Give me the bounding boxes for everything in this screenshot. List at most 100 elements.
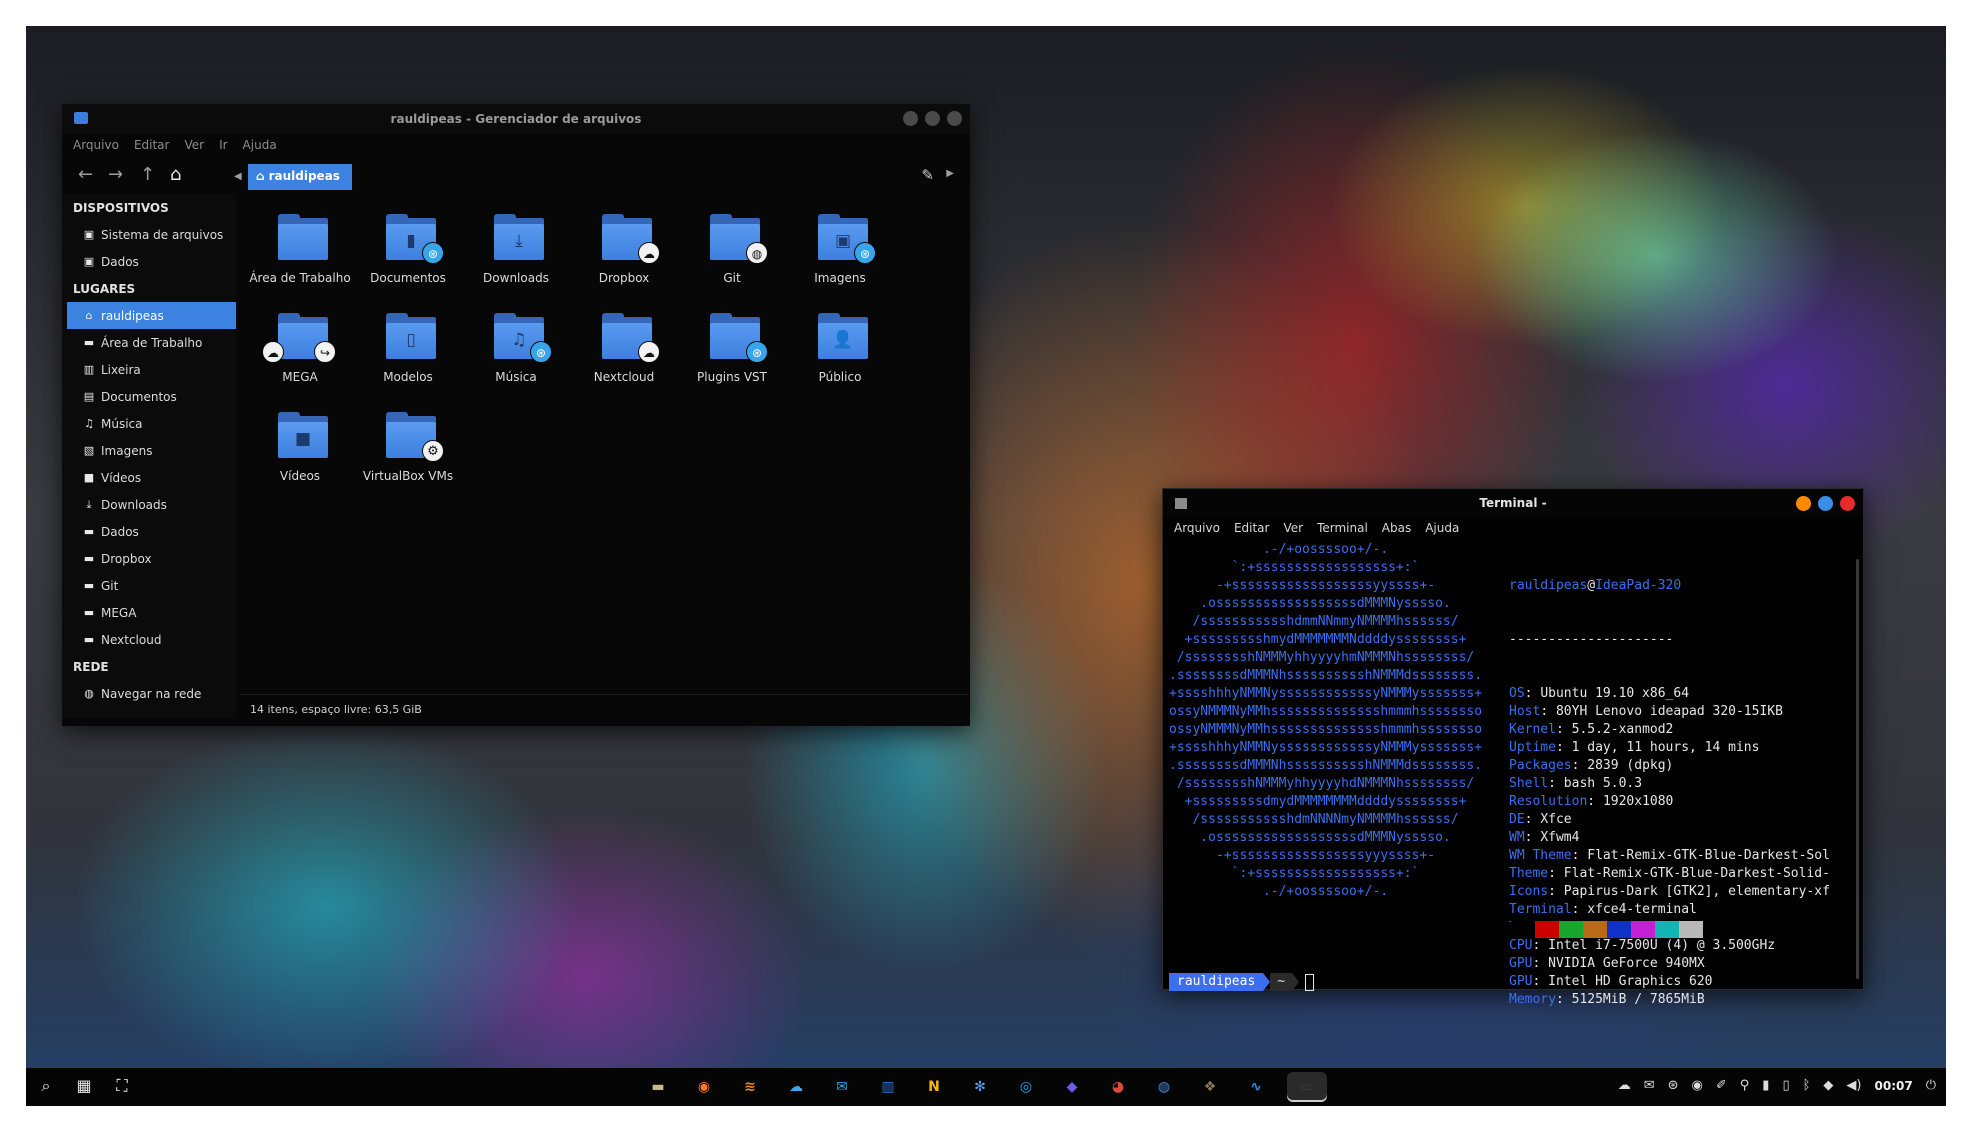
sidebar-item-sistema-de-arquivos[interactable]: ▣ Sistema de arquivos [62,221,236,248]
sidebar-item-downloads[interactable]: ⤓ Downloads [62,491,236,518]
sidebar-item-navegar-na-rede[interactable]: ◍ Navegar na rede [62,680,236,707]
folder-item[interactable]: ▣ ⊛ Imagens [786,208,894,307]
folder-item[interactable]: ■ Vídeos [246,406,354,505]
sidebar-item-vídeos[interactable]: ■ Vídeos [62,464,236,491]
location-icon[interactable]: ⚲ [1740,1078,1750,1093]
folder-item[interactable]: ⊛ Plugins VST [678,307,786,406]
forward-arrow-icon[interactable]: → [108,165,123,185]
search-icon[interactable]: ⌕ [36,1076,56,1096]
sidebar-item-lixeira[interactable]: ▥ Lixeira [62,356,236,383]
sidebar-item-label: Navegar na rede [101,686,202,701]
file-manager-titlebar[interactable]: rauldipeas - Gerenciador de arquivos [62,104,970,134]
minimize-button[interactable] [903,111,918,126]
folder-icon: ▬ [83,632,95,646]
terminal-app-icon[interactable]: ▭ [1287,1072,1327,1102]
power-icon[interactable]: ⏻ [1926,1078,1936,1093]
menu-terminal[interactable]: Terminal [1317,521,1368,537]
fullscreen-icon[interactable]: ⛶ [112,1076,132,1096]
sidebar-item-área-de-trabalho[interactable]: ▬ Área de Trabalho [62,329,236,356]
files-app-icon[interactable]: ▬ [643,1072,673,1102]
clip-icon[interactable]: ✐ [1716,1078,1727,1093]
folder-item[interactable]: Área de Trabalho [246,208,354,307]
chrome-icon[interactable]: ◉ [1692,1078,1703,1093]
menu-ir[interactable]: Ir [219,138,227,154]
up-arrow-icon[interactable]: ↑ [140,165,155,185]
mail-icon[interactable]: ✉ [1644,1078,1655,1093]
network-app-icon[interactable]: ◍ [1149,1072,1179,1102]
back-arrow-icon[interactable]: ← [78,165,93,185]
firefox-app-icon[interactable]: ◉ [689,1072,719,1102]
notes-app-icon[interactable]: N [919,1072,949,1102]
menu-editar[interactable]: Editar [1234,521,1270,537]
kdenlive-app-icon[interactable]: ◆ [1057,1072,1087,1102]
menu-ajuda[interactable]: Ajuda [243,138,277,154]
folder-item[interactable]: ◍ Git [678,208,786,307]
folder-item[interactable]: ⚙ VirtualBox VMs [354,406,462,505]
menu-abas[interactable]: Abas [1382,521,1411,537]
maximize-button[interactable] [1818,496,1833,511]
close-button[interactable] [947,111,962,126]
wifi-icon[interactable]: ◆ [1823,1078,1833,1093]
menu-ver[interactable]: Ver [184,138,204,154]
folder-item[interactable]: 👤 Público [786,307,894,406]
sidebar-item-documentos[interactable]: ▤ Documentos [62,383,236,410]
folder-item[interactable]: ▯ Modelos [354,307,462,406]
folder-item[interactable]: ♫ ⊛ Música [462,307,570,406]
media-app-icon[interactable]: ◎ [1011,1072,1041,1102]
mail-app-icon[interactable]: ✉ [827,1072,857,1102]
menu-editar[interactable]: Editar [134,138,170,154]
sidebar-item-rauldipeas[interactable]: ⌂ rauldipeas [67,302,236,329]
sidebar-heading-devices: DISPOSITIVOS [73,201,169,215]
breadcrumb[interactable]: ⌂ rauldipeas [248,164,352,190]
windows-icon[interactable]: ▦ [74,1076,94,1096]
cloud-icon[interactable]: ☁ [1618,1078,1631,1093]
info-line: Icons: Papirus-Dark [GTK2], elementary-x… [1509,884,1830,899]
weather-app-icon[interactable]: ☁ [781,1072,811,1102]
menu-arquivo[interactable]: Arquivo [73,138,119,154]
share-icon[interactable]: ⊛ [1668,1078,1679,1093]
crumb-left-icon[interactable]: ◀ [234,167,242,187]
clock[interactable]: 00:07 [1875,1079,1913,1093]
menu-ver[interactable]: Ver [1283,521,1303,537]
sidebar-item-música[interactable]: ♫ Música [62,410,236,437]
bluetooth-icon[interactable]: ᛒ [1803,1078,1811,1093]
monitor-app-icon[interactable]: ∿ [1241,1072,1271,1102]
folder-item[interactable]: ☁ Dropbox [570,208,678,307]
folder-item[interactable]: ☁ Nextcloud [570,307,678,406]
sidebar-item-mega[interactable]: ▬ MEGA [62,599,236,626]
crumb-right-icon[interactable]: ▶ [946,168,954,179]
folder-item[interactable]: ⤓ Downloads [462,208,570,307]
home-icon[interactable]: ⌂ [170,165,181,185]
close-button[interactable] [1840,496,1855,511]
info-line: Kernel: 5.5.2-xanmod2 [1509,722,1674,737]
terminal-titlebar[interactable]: Terminal - [1163,489,1863,517]
minimize-button[interactable] [1796,496,1811,511]
sidebar-item-imagens[interactable]: ▧ Imagens [62,437,236,464]
taskbar: ⌕ ▦ ⛶ ▬ ◉ ≋ ☁ ✉ ▥ N ✻ ◎ ◆ ◕ ◍ ❖ ∿ ▭ ☁ ✉ ⊛ ◉ ✐ ⚲ ▮ ▯ ᛒ … [26,1068,1946,1106]
phone-icon[interactable]: ▯ [1782,1078,1789,1093]
sidebar-item-git[interactable]: ▬ Git [62,572,236,599]
info-key: Uptime [1509,740,1556,755]
rss-app-icon[interactable]: ≋ [735,1072,765,1102]
color-swatch [1631,921,1655,938]
menu-arquivo[interactable]: Arquivo [1174,521,1220,537]
trello-app-icon[interactable]: ▥ [873,1072,903,1102]
info-divider: --------------------- [1509,632,1674,647]
sidebar-item-dados[interactable]: ▣ Dados [62,248,236,275]
maximize-button[interactable] [925,111,940,126]
shell-prompt[interactable]: rauldipeas ~ [1169,973,1315,991]
chrome-app-icon[interactable]: ◕ [1103,1072,1133,1102]
kde-connect-app-icon[interactable]: ✻ [965,1072,995,1102]
scrollbar[interactable] [1856,559,1859,979]
battery-icon[interactable]: ▮ [1762,1078,1769,1093]
sidebar-item-nextcloud[interactable]: ▬ Nextcloud [62,626,236,653]
folder-item[interactable]: ▮ ⊛ Documentos [354,208,462,307]
sidebar-item-dados[interactable]: ▬ Dados [62,518,236,545]
edit-path-icon[interactable]: ✎ [921,166,934,184]
gear-badge-icon: ⚙ [422,440,444,462]
folder-item[interactable]: ☁ ↪ MEGA [246,307,354,406]
volume-icon[interactable]: ◀) [1846,1078,1861,1093]
gimp-app-icon[interactable]: ❖ [1195,1072,1225,1102]
sidebar-item-dropbox[interactable]: ▬ Dropbox [62,545,236,572]
menu-ajuda[interactable]: Ajuda [1425,521,1459,537]
